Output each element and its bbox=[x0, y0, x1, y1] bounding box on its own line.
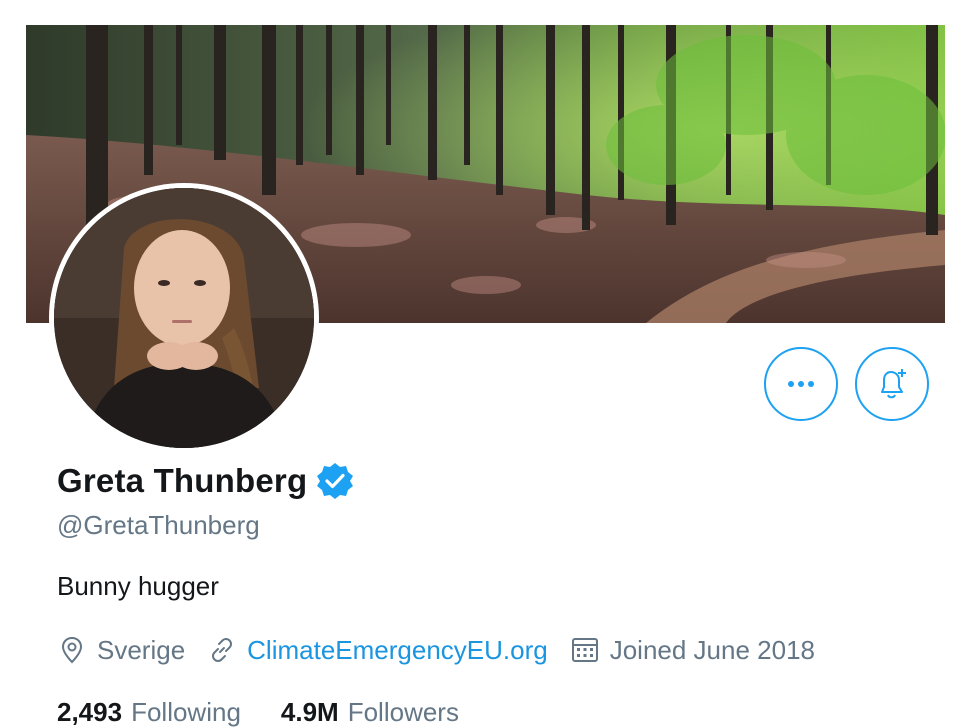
followers-label: Followers bbox=[347, 696, 459, 727]
avatar-portrait bbox=[54, 188, 314, 448]
bell-plus-icon bbox=[881, 369, 906, 399]
display-name: Greta Thunberg bbox=[57, 462, 308, 499]
location-pin-icon bbox=[61, 636, 83, 664]
website-link[interactable]: ClimateEmergencyEU.org bbox=[247, 635, 548, 666]
verified-badge-icon bbox=[317, 463, 354, 499]
profile-handle: @GretaThunberg bbox=[57, 510, 260, 540]
more-options-button[interactable] bbox=[764, 347, 838, 421]
avatar[interactable] bbox=[54, 188, 314, 448]
profile-card: Greta Thunberg @GretaThunberg Bunny hugg… bbox=[26, 25, 945, 728]
screenshot-frame: Greta Thunberg @GretaThunberg Bunny hugg… bbox=[0, 0, 960, 728]
joined-text: Joined June 2018 bbox=[609, 634, 816, 665]
profile-meta-row: Sverige ClimateEmergencyEU.org Joined Ju… bbox=[57, 630, 815, 670]
profile-bio: Bunny hugger bbox=[57, 571, 219, 601]
profile-stats-row: 2,493 Following 4.9M Followers bbox=[57, 692, 459, 728]
following-count: 2,493 bbox=[57, 696, 123, 727]
more-dots-icon bbox=[788, 381, 814, 387]
followers-count: 4.9M bbox=[280, 696, 339, 727]
display-name-row: Greta Thunberg bbox=[57, 459, 355, 503]
notifications-button[interactable] bbox=[855, 347, 929, 421]
avatar-border bbox=[49, 183, 319, 453]
link-icon bbox=[212, 638, 233, 662]
following-stat-link[interactable]: 2,493 Following bbox=[57, 697, 241, 728]
followers-stat-link[interactable]: 4.9M Followers bbox=[281, 697, 459, 728]
profile-website: ClimateEmergencyEU.org bbox=[207, 635, 548, 666]
location-text: Sverige bbox=[97, 634, 186, 665]
following-label: Following bbox=[131, 696, 241, 727]
calendar-icon bbox=[571, 638, 598, 662]
profile-location: Sverige bbox=[57, 635, 185, 666]
profile-joined-date: Joined June 2018 bbox=[570, 635, 815, 666]
